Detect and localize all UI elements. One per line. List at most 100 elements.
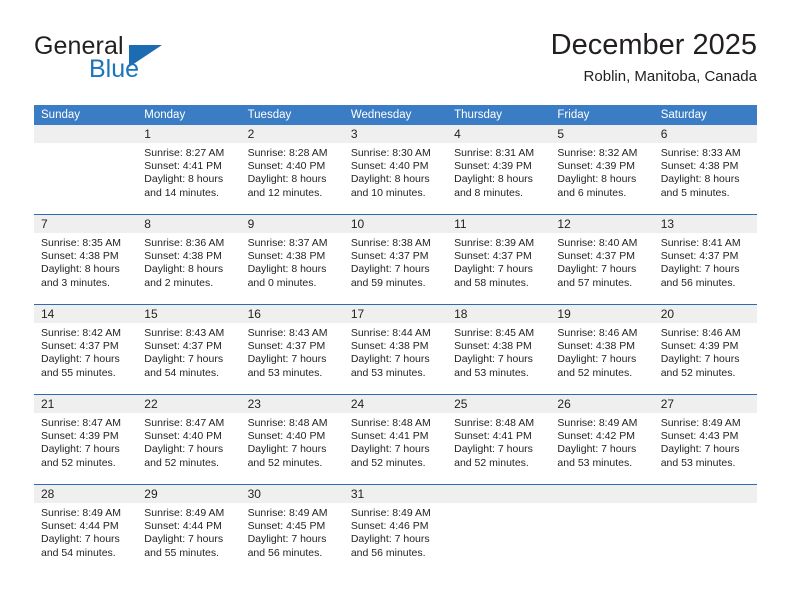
day-cell-7[interactable]: Sunrise: 8:35 AM Sunset: 4:38 PM Daylight:… — [34, 233, 137, 304]
sunset-text: Sunset: 4:38 PM — [557, 340, 636, 353]
day-number-3[interactable]: 3 — [344, 125, 447, 143]
day-number-22[interactable]: 22 — [137, 395, 240, 413]
daylight-text: Daylight: 8 hours and 10 minutes. — [350, 173, 430, 199]
day-cell-27[interactable]: Sunrise: 8:49 AM Sunset: 4:43 PM Daylight:… — [654, 413, 757, 484]
week-daynumber-band: 21 22 23 24 25 26 27 — [34, 395, 757, 413]
page-subtitle: Roblin, Manitoba, Canada — [583, 68, 757, 85]
day-cell-21[interactable]: Sunrise: 8:47 AM Sunset: 4:39 PM Daylight:… — [34, 413, 137, 484]
day-number-8[interactable]: 8 — [137, 215, 240, 233]
sunrise-text: Sunrise: 8:48 AM — [454, 417, 535, 429]
day-cell-4[interactable]: Sunrise: 8:31 AM Sunset: 4:39 PM Daylight:… — [447, 143, 550, 214]
day-cell-1[interactable]: Sunrise: 8:27 AM Sunset: 4:41 PM Daylight:… — [137, 143, 240, 214]
day-number-14[interactable]: 14 — [34, 305, 137, 323]
weekday-header-row: Sunday Monday Tuesday Wednesday Thursday Frid… — [34, 105, 757, 125]
day-number-15[interactable]: 15 — [137, 305, 240, 323]
day-number-19[interactable]: 19 — [550, 305, 653, 323]
day-cell-28[interactable]: Sunrise: 8:49 AM Sunset: 4:44 PM Daylight:… — [34, 503, 137, 574]
day-cell-20[interactable]: Sunrise: 8:46 AM Sunset: 4:39 PM Daylight:… — [654, 323, 757, 394]
day-number-23[interactable]: 23 — [241, 395, 344, 413]
day-number-13[interactable]: 13 — [654, 215, 757, 233]
day-cell-12[interactable]: Sunrise: 8:40 AM Sunset: 4:37 PM Daylight:… — [550, 233, 653, 304]
day-number-31[interactable]: 31 — [344, 485, 447, 503]
day-cell-15[interactable]: Sunrise: 8:43 AM Sunset: 4:37 PM Daylight:… — [137, 323, 240, 394]
sunset-text: Sunset: 4:37 PM — [41, 340, 119, 353]
week-detail-band: Sunrise: 8:42 AM Sunset: 4:37 PM Daylight:… — [34, 323, 757, 394]
sunrise-text: Sunrise: 8:42 AM — [41, 327, 121, 339]
day-number-28[interactable]: 28 — [34, 485, 137, 503]
day-cell-25[interactable]: Sunrise: 8:48 AM Sunset: 4:41 PM Daylight:… — [447, 413, 550, 484]
day-number-1[interactable]: 1 — [137, 125, 240, 143]
day-number-7[interactable]: 7 — [34, 215, 137, 233]
sunrise-text: Sunrise: 8:47 AM — [41, 417, 121, 429]
day-number-11[interactable]: 11 — [447, 215, 550, 233]
week-detail-band: Sunrise: 8:35 AM Sunset: 4:38 PM Daylight:… — [34, 233, 757, 304]
sunset-text: Sunset: 4:37 PM — [660, 250, 739, 263]
sunrise-text: Sunrise: 8:43 AM — [144, 327, 225, 339]
sunset-text: Sunset: 4:44 PM — [144, 520, 222, 533]
day-number-26[interactable]: 26 — [550, 395, 653, 413]
daylight-text: Daylight: 7 hours and 52 minutes. — [557, 353, 637, 379]
sunset-text: Sunset: 4:38 PM — [144, 250, 222, 263]
general-blue-logo: General Blue — [34, 32, 264, 96]
sunrise-text: Sunrise: 8:39 AM — [454, 237, 535, 249]
day-number-4[interactable]: 4 — [447, 125, 550, 143]
sunset-text: Sunset: 4:38 PM — [660, 160, 739, 173]
sunset-text: Sunset: 4:40 PM — [144, 430, 222, 443]
daylight-text: Daylight: 8 hours and 8 minutes. — [454, 173, 533, 199]
calendar-weeks: 1 2 3 4 5 6 Sunrise: 8:27 AM Sunset: 4:41 PM Day… — [34, 125, 757, 574]
sunset-text: Sunset: 4:40 PM — [247, 430, 326, 443]
day-number-17[interactable]: 17 — [344, 305, 447, 323]
day-cell-10[interactable]: Sunrise: 8:38 AM Sunset: 4:37 PM Daylight:… — [344, 233, 447, 304]
day-cell-11[interactable]: Sunrise: 8:39 AM Sunset: 4:37 PM Daylight:… — [447, 233, 550, 304]
day-cell-6[interactable]: Sunrise: 8:33 AM Sunset: 4:38 PM Daylight:… — [654, 143, 757, 214]
daylight-text: Daylight: 7 hours and 58 minutes. — [454, 263, 533, 289]
day-number-6[interactable]: 6 — [654, 125, 757, 143]
day-number-10[interactable]: 10 — [344, 215, 447, 233]
day-number-2[interactable]: 2 — [241, 125, 344, 143]
daylight-text: Daylight: 7 hours and 52 minutes. — [247, 443, 327, 469]
day-cell-24[interactable]: Sunrise: 8:48 AM Sunset: 4:41 PM Daylight:… — [344, 413, 447, 484]
daylight-text: Daylight: 7 hours and 56 minutes. — [660, 263, 740, 289]
day-cell-18[interactable]: Sunrise: 8:45 AM Sunset: 4:38 PM Daylight:… — [447, 323, 550, 394]
day-number-18[interactable]: 18 — [447, 305, 550, 323]
day-cell-2[interactable]: Sunrise: 8:28 AM Sunset: 4:40 PM Daylight:… — [241, 143, 344, 214]
sunset-text: Sunset: 4:37 PM — [557, 250, 636, 263]
day-number-27[interactable]: 27 — [654, 395, 757, 413]
daylight-text: Daylight: 7 hours and 53 minutes. — [454, 353, 533, 379]
day-number-9[interactable]: 9 — [241, 215, 344, 233]
sunset-text: Sunset: 4:41 PM — [144, 160, 222, 173]
day-cell-30[interactable]: Sunrise: 8:49 AM Sunset: 4:45 PM Daylight:… — [241, 503, 344, 574]
day-number-5[interactable]: 5 — [550, 125, 653, 143]
daylight-text: Daylight: 8 hours and 3 minutes. — [41, 263, 120, 289]
day-number-21[interactable]: 21 — [34, 395, 137, 413]
sunrise-text: Sunrise: 8:41 AM — [660, 237, 741, 249]
day-cell-23[interactable]: Sunrise: 8:48 AM Sunset: 4:40 PM Daylight:… — [241, 413, 344, 484]
day-cell-26[interactable]: Sunrise: 8:49 AM Sunset: 4:42 PM Daylight:… — [550, 413, 653, 484]
day-cell-17[interactable]: Sunrise: 8:44 AM Sunset: 4:38 PM Daylight:… — [344, 323, 447, 394]
day-cell-5[interactable]: Sunrise: 8:32 AM Sunset: 4:39 PM Daylight:… — [550, 143, 653, 214]
day-cell-8[interactable]: Sunrise: 8:36 AM Sunset: 4:38 PM Daylight:… — [137, 233, 240, 304]
day-cell-13[interactable]: Sunrise: 8:41 AM Sunset: 4:37 PM Daylight:… — [654, 233, 757, 304]
day-number-20[interactable]: 20 — [654, 305, 757, 323]
day-number-24[interactable]: 24 — [344, 395, 447, 413]
day-number-30[interactable]: 30 — [241, 485, 344, 503]
calendar-week-row: 21 22 23 24 25 26 27 Sunrise: 8:47 AM Sunset: 4:… — [34, 394, 757, 484]
day-number-16[interactable]: 16 — [241, 305, 344, 323]
day-number-29[interactable]: 29 — [137, 485, 240, 503]
day-cell-31[interactable]: Sunrise: 8:49 AM Sunset: 4:46 PM Daylight:… — [344, 503, 447, 574]
sunset-text: Sunset: 4:37 PM — [350, 250, 429, 263]
day-cell-19[interactable]: Sunrise: 8:46 AM Sunset: 4:38 PM Daylight:… — [550, 323, 653, 394]
calendar-grid: Sunday Monday Tuesday Wednesday Thursday Frid… — [34, 105, 757, 574]
day-cell-16[interactable]: Sunrise: 8:43 AM Sunset: 4:37 PM Daylight:… — [241, 323, 344, 394]
logo-text-blue: Blue — [89, 55, 140, 83]
weekday-header-friday: Friday — [557, 109, 590, 121]
day-number-12[interactable]: 12 — [550, 215, 653, 233]
daylight-text: Daylight: 7 hours and 53 minutes. — [660, 443, 740, 469]
day-cell-3[interactable]: Sunrise: 8:30 AM Sunset: 4:40 PM Daylight:… — [344, 143, 447, 214]
day-cell-29[interactable]: Sunrise: 8:49 AM Sunset: 4:44 PM Daylight:… — [137, 503, 240, 574]
daylight-text: Daylight: 7 hours and 56 minutes. — [350, 533, 430, 559]
day-cell-14[interactable]: Sunrise: 8:42 AM Sunset: 4:37 PM Daylight:… — [34, 323, 137, 394]
day-cell-9[interactable]: Sunrise: 8:37 AM Sunset: 4:38 PM Daylight:… — [241, 233, 344, 304]
day-cell-22[interactable]: Sunrise: 8:47 AM Sunset: 4:40 PM Daylight:… — [137, 413, 240, 484]
day-number-25[interactable]: 25 — [447, 395, 550, 413]
